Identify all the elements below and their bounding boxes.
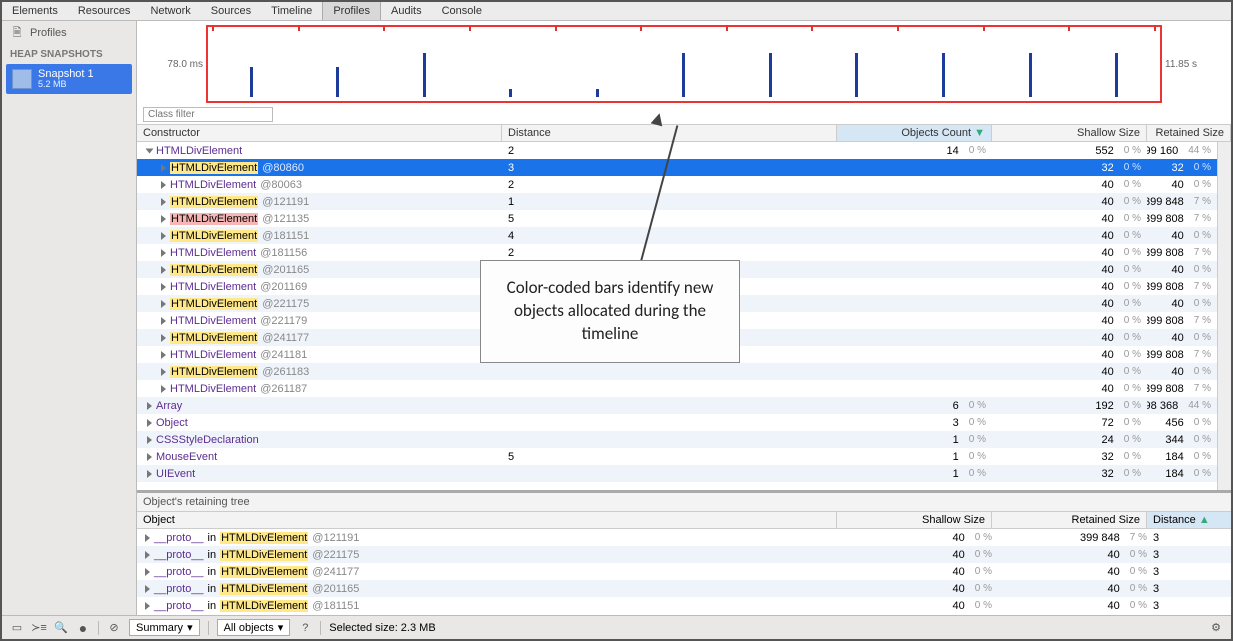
retaining-tree: Object's retaining tree Object Shallow S… (137, 490, 1231, 615)
col-constructor[interactable]: Constructor (137, 125, 502, 141)
tab-audits[interactable]: Audits (381, 2, 432, 20)
bottom-toolbar: ▭ ≻≡ 🔍 ● ⊘ Summary▾ All objects▾ ? Selec… (2, 615, 1231, 639)
class-filter-input[interactable] (143, 107, 273, 122)
devtools-tabs: Elements Resources Network Sources Timel… (2, 2, 1231, 21)
profiles-sidebar: 🗎 Profiles HEAP SNAPSHOTS Snapshot 1 5.2… (2, 21, 137, 615)
heap-row[interactable]: CSSStyleDeclaration10 %240 %3440 % (137, 431, 1217, 448)
dock-icon[interactable]: ▭ (10, 621, 24, 635)
snapshot-icon (12, 69, 32, 89)
tab-elements[interactable]: Elements (2, 2, 68, 20)
profiles-title-text: Profiles (30, 27, 67, 39)
col-retained-size[interactable]: Retained Size (1147, 125, 1231, 141)
snapshot-item[interactable]: Snapshot 1 5.2 MB (6, 64, 132, 94)
timeline-end-label: 11.85 s (1165, 59, 1225, 70)
col-distance[interactable]: Distance (502, 125, 837, 141)
search-icon[interactable]: 🔍 (54, 621, 68, 635)
heap-row[interactable]: HTMLDivElement2140 %5520 %2 399 16044 % (137, 142, 1217, 159)
settings-gear-icon[interactable]: ⚙ (1209, 621, 1223, 635)
clear-icon[interactable]: ⊘ (107, 621, 121, 635)
heap-row[interactable]: HTMLDivElement @1211911400 %399 8487 % (137, 193, 1217, 210)
heap-row[interactable]: HTMLDivElement @1811562400 %399 8087 % (137, 244, 1217, 261)
retaining-rows[interactable]: __proto__ in HTMLDivElement @121191400 %… (137, 529, 1231, 615)
retain-row[interactable]: __proto__ in HTMLDivElement @241177400 %… (137, 563, 1231, 580)
heap-row[interactable]: UIEvent10 %320 %1840 % (137, 465, 1217, 482)
retain-row[interactable]: __proto__ in HTMLDivElement @121191400 %… (137, 529, 1231, 546)
col-objects-count[interactable]: Objects Count ▼ (837, 125, 992, 141)
heap-row[interactable]: HTMLDivElement @261183400 %400 % (137, 363, 1217, 380)
retain-row[interactable]: __proto__ in HTMLDivElement @221175400 %… (137, 546, 1231, 563)
heap-columns: Constructor Distance Objects Count ▼ Sha… (137, 125, 1231, 142)
rcol-retained[interactable]: Retained Size (992, 512, 1147, 528)
timeline-chart[interactable] (206, 25, 1162, 103)
view-dropdown[interactable]: Summary▾ (129, 619, 200, 636)
rcol-object[interactable]: Object (137, 512, 837, 528)
retaining-tree-title: Object's retaining tree (137, 491, 1231, 511)
tab-timeline[interactable]: Timeline (261, 2, 322, 20)
selected-size-label: Selected size: 2.3 MB (329, 622, 435, 634)
heap-row[interactable]: HTMLDivElement @808603320 %320 % (137, 159, 1217, 176)
heap-row[interactable]: HTMLDivElement @1211355400 %399 8087 % (137, 210, 1217, 227)
snapshot-size: 5.2 MB (38, 80, 94, 90)
rcol-distance[interactable]: Distance ▲ (1147, 512, 1231, 528)
retain-row[interactable]: __proto__ in HTMLDivElement @201165400 %… (137, 580, 1231, 597)
filter-row (137, 105, 1231, 125)
col-shallow-size[interactable]: Shallow Size (992, 125, 1147, 141)
heap-row[interactable]: Array60 %1920 %2 398 36844 % (137, 397, 1217, 414)
tab-sources[interactable]: Sources (201, 2, 261, 20)
record-icon[interactable]: ● (76, 621, 90, 635)
grid-scrollbar[interactable] (1217, 142, 1231, 490)
retaining-columns: Object Shallow Size Retained Size Distan… (137, 511, 1231, 529)
help-icon[interactable]: ? (298, 621, 312, 635)
heap-row[interactable]: HTMLDivElement @1811514400 %400 % (137, 227, 1217, 244)
allocation-timeline: 78.0 ms 11.85 s (137, 21, 1231, 105)
filter-dropdown[interactable]: All objects▾ (217, 619, 291, 636)
profiles-title: 🗎 Profiles (2, 21, 136, 45)
tab-console[interactable]: Console (432, 2, 492, 20)
tab-network[interactable]: Network (140, 2, 200, 20)
retain-row[interactable]: __proto__ in HTMLDivElement @181151400 %… (137, 597, 1231, 614)
console-toggle-icon[interactable]: ≻≡ (32, 621, 46, 635)
profiles-icon: 🗎 (10, 26, 24, 40)
rcol-shallow[interactable]: Shallow Size (837, 512, 992, 528)
heap-row[interactable]: MouseEvent510 %320 %1840 % (137, 448, 1217, 465)
tab-profiles[interactable]: Profiles (322, 2, 381, 20)
heap-snapshots-section: HEAP SNAPSHOTS (2, 45, 136, 64)
timeline-start-label: 78.0 ms (143, 59, 203, 70)
annotation-callout: Color-coded bars identify new objects al… (480, 260, 740, 363)
heap-row[interactable]: Object30 %720 %4560 % (137, 414, 1217, 431)
heap-row[interactable]: HTMLDivElement @261187400 %399 8087 % (137, 380, 1217, 397)
heap-row[interactable]: HTMLDivElement @800632400 %400 % (137, 176, 1217, 193)
tab-resources[interactable]: Resources (68, 2, 141, 20)
